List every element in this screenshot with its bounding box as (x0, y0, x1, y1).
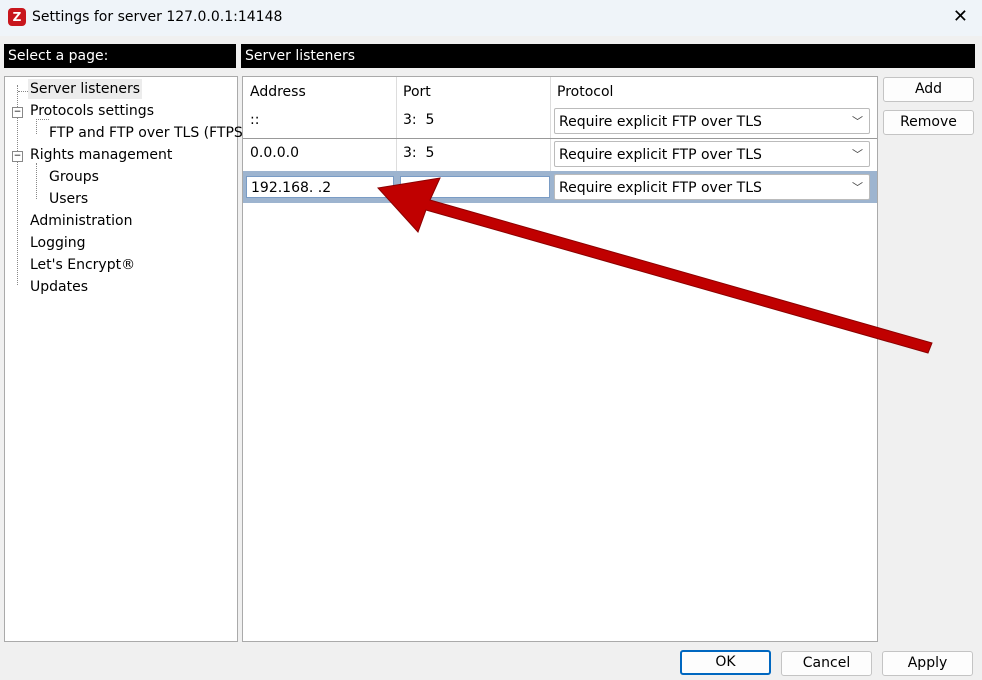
arrow-shape (377, 177, 933, 354)
annotation-arrow (377, 177, 933, 354)
